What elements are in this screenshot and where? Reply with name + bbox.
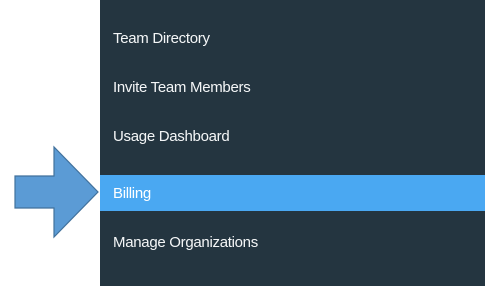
menu-item-billing[interactable]: Billing <box>100 175 485 211</box>
arrow-right-icon <box>14 145 99 239</box>
menu-item-label: Billing <box>113 184 151 202</box>
menu-item-label: Invite Team Members <box>113 78 251 96</box>
menu-item-label: Usage Dashboard <box>113 127 230 145</box>
menu-item-label: Team Directory <box>113 29 210 47</box>
menu-item-invite-team-members[interactable]: Invite Team Members <box>100 70 485 104</box>
menu-item-label: Manage Organizations <box>113 233 258 251</box>
account-menu: Team Directory Invite Team Members Usage… <box>100 0 485 286</box>
menu-item-team-directory[interactable]: Team Directory <box>100 21 485 55</box>
screenshot-stage: Team Directory Invite Team Members Usage… <box>0 0 485 286</box>
menu-item-usage-dashboard[interactable]: Usage Dashboard <box>100 119 485 153</box>
menu-item-manage-organizations[interactable]: Manage Organizations <box>100 225 485 259</box>
